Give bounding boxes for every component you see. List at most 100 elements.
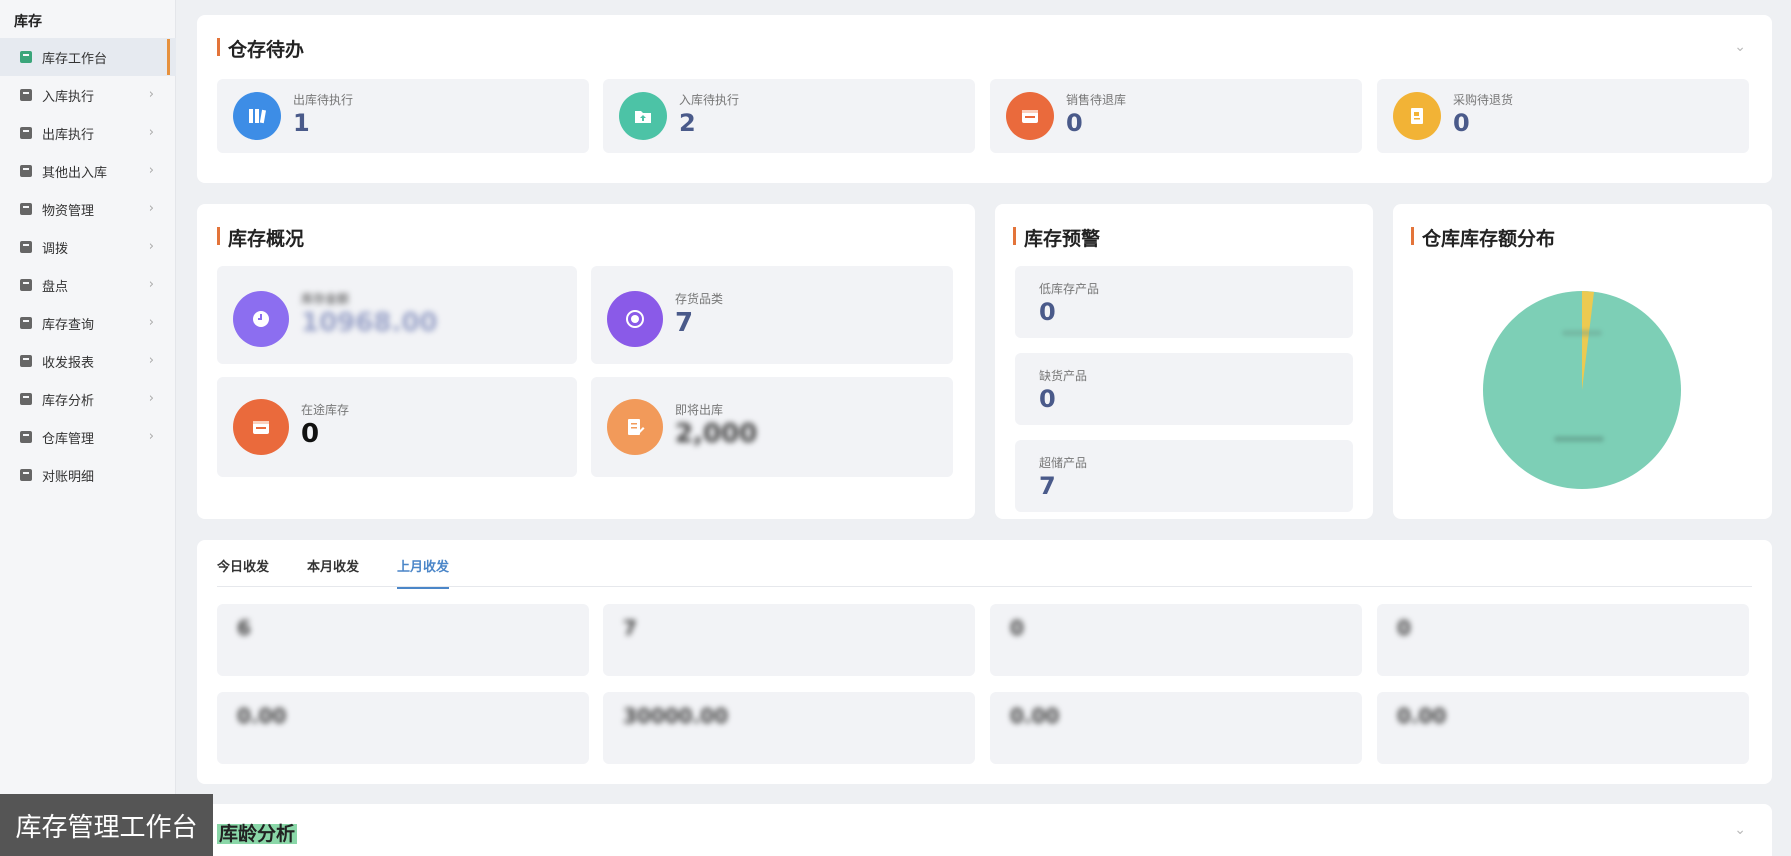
todo-card: 仓存待办 ⌄ 出库待执行 1 入库待执行 2 销售待退库 0 采购待退货 0: [197, 15, 1772, 183]
tile-value: 2,000: [675, 419, 758, 449]
flow-tile[interactable]: 0.00: [1377, 692, 1749, 764]
chevron-down-icon[interactable]: ⌄: [1734, 822, 1746, 838]
tile-label: 超储产品: [1039, 456, 1088, 470]
sidebar-item-stocktake[interactable]: 盘点 ›: [0, 266, 176, 304]
tile-value: 0.00: [237, 704, 287, 728]
tile-value: 6: [237, 616, 251, 640]
chevron-right-icon: ›: [148, 163, 154, 178]
flow-tile[interactable]: 0: [1377, 604, 1749, 676]
sidebar-item-label: 其他出入库: [42, 165, 108, 181]
flow-tile[interactable]: 0: [990, 604, 1362, 676]
tile-value: 0.00: [1397, 704, 1447, 728]
distribution-title: 仓库库存额分布: [1411, 224, 1555, 251]
document-icon: [20, 165, 32, 177]
overview-tile-upcoming-outbound[interactable]: 即将出库 2,000: [591, 377, 953, 477]
tile-value: 0: [1453, 109, 1470, 137]
flow-tile[interactable]: 7: [603, 604, 975, 676]
edit-doc-icon: [607, 399, 663, 455]
chevron-right-icon: ›: [148, 353, 154, 368]
tile-label: 低库存产品: [1039, 282, 1100, 296]
todo-tile-purchase-return[interactable]: 采购待退货 0: [1377, 79, 1749, 153]
alert-tile-low-stock[interactable]: 低库存产品 0: [1015, 266, 1353, 338]
tile-value: 0: [1397, 616, 1411, 640]
tile-value: 0: [1039, 385, 1056, 413]
alert-tile-out-of-stock[interactable]: 缺货产品 0: [1015, 353, 1353, 425]
sidebar-item-io-report[interactable]: 收发报表 ›: [0, 342, 176, 380]
tile-label: 存货品类: [675, 292, 724, 306]
age-title: 库龄分析: [217, 823, 298, 845]
sidebar-item-other-io[interactable]: 其他出入库 ›: [0, 152, 176, 190]
sidebar-item-label: 收发报表: [42, 355, 95, 371]
sidebar-item-reconciliation[interactable]: 对账明细: [0, 456, 176, 494]
todo-title: 仓存待办: [217, 35, 304, 62]
sidebar-header: 库存: [14, 14, 42, 30]
target-icon: [607, 291, 663, 347]
sidebar-item-label: 入库执行: [42, 89, 95, 105]
flow-tile[interactable]: 0.00: [217, 692, 589, 764]
age-card: ⌄: [197, 804, 1772, 856]
report-icon: [20, 355, 32, 367]
sidebar-item-warehouse[interactable]: 仓库管理 ›: [0, 418, 176, 456]
tile-value: 0.00: [1010, 704, 1060, 728]
tile-value: 0: [1039, 298, 1056, 326]
chevron-right-icon: ›: [148, 201, 154, 216]
tab-last-month[interactable]: 上月收发: [397, 556, 450, 589]
ledger-icon: [20, 469, 32, 481]
sidebar-item-inventory-query[interactable]: 库存查询 ›: [0, 304, 176, 342]
tab-today[interactable]: 今日收发: [217, 556, 269, 589]
tile-label: 出库待执行: [293, 93, 354, 107]
sidebar-item-workbench[interactable]: 库存工作台: [0, 38, 176, 76]
sidebar-item-transfer[interactable]: 调拨 ›: [0, 228, 176, 266]
tile-label: 销售待退库: [1066, 93, 1127, 107]
document-icon: [20, 127, 32, 139]
alert-tile-overstock[interactable]: 超储产品 7: [1015, 440, 1353, 512]
warehouse-icon: [20, 431, 32, 443]
sidebar: 库存 库存工作台 入库执行 › 出库执行 › 其他出入库 › 物资管理 › 调拨: [0, 0, 176, 856]
todo-tile-inbound[interactable]: 入库待执行 2: [603, 79, 975, 153]
tile-value: 7: [1039, 472, 1056, 500]
sidebar-item-label: 库存分析: [42, 393, 95, 409]
tile-value: 0: [301, 419, 320, 449]
box-icon: [20, 203, 32, 215]
tile-label: 入库待执行: [679, 93, 740, 107]
todo-tile-outbound[interactable]: 出库待执行 1: [217, 79, 589, 153]
sidebar-item-inbound[interactable]: 入库执行 ›: [0, 76, 176, 114]
flow-tabs: 今日收发 本月收发 上月收发: [217, 556, 487, 589]
sidebar-item-materials[interactable]: 物资管理 ›: [0, 190, 176, 228]
tab-divider: [217, 586, 1752, 587]
overview-card: 库存概况 库存金额 10968.00 存货品类 7 在途库存 0 即将出库 2,…: [197, 204, 975, 519]
workbench-icon: [20, 51, 32, 63]
sidebar-menu: 库存工作台 入库执行 › 出库执行 › 其他出入库 › 物资管理 › 调拨 ›: [0, 38, 176, 494]
pie-chart: [1483, 291, 1681, 489]
overview-tile-in-transit[interactable]: 在途库存 0: [217, 377, 577, 477]
checklist-icon: [20, 279, 32, 291]
folder-upload-icon: [619, 92, 667, 140]
flow-tile[interactable]: 6: [217, 604, 589, 676]
tab-this-month[interactable]: 本月收发: [307, 556, 359, 589]
tile-label: 库存金额: [301, 292, 350, 306]
sidebar-item-label: 仓库管理: [42, 431, 95, 447]
tile-value: 7: [675, 308, 694, 338]
flow-tile[interactable]: 30000.00: [603, 692, 975, 764]
tile-value: 30000.00: [623, 704, 729, 728]
chart-icon: [20, 393, 32, 405]
overview-title: 库存概况: [217, 224, 304, 251]
sidebar-item-label: 调拨: [42, 241, 69, 257]
sidebar-item-label: 盘点: [42, 279, 69, 295]
overview-tile-amount[interactable]: 库存金额 10968.00: [217, 266, 577, 364]
sidebar-item-label: 出库执行: [42, 127, 95, 143]
tile-label: 采购待退货: [1453, 93, 1514, 107]
tile-label: 在途库存: [301, 403, 350, 417]
sidebar-item-analysis[interactable]: 库存分析 ›: [0, 380, 176, 418]
sidebar-item-label: 物资管理: [42, 203, 95, 219]
sidebar-item-outbound[interactable]: 出库执行 ›: [0, 114, 176, 152]
flow-tile[interactable]: 0.00: [990, 692, 1362, 764]
tile-value: 0: [1010, 616, 1024, 640]
chevron-down-icon[interactable]: ⌄: [1734, 39, 1746, 55]
clock-icon: [233, 291, 289, 347]
todo-tile-sales-return[interactable]: 销售待退库 0: [990, 79, 1362, 153]
chevron-right-icon: ›: [148, 87, 154, 102]
alert-card: 库存预警 低库存产品 0 缺货产品 0 超储产品 7: [995, 204, 1373, 519]
sidebar-item-label: 库存查询: [42, 317, 95, 333]
overview-tile-categories[interactable]: 存货品类 7: [591, 266, 953, 364]
